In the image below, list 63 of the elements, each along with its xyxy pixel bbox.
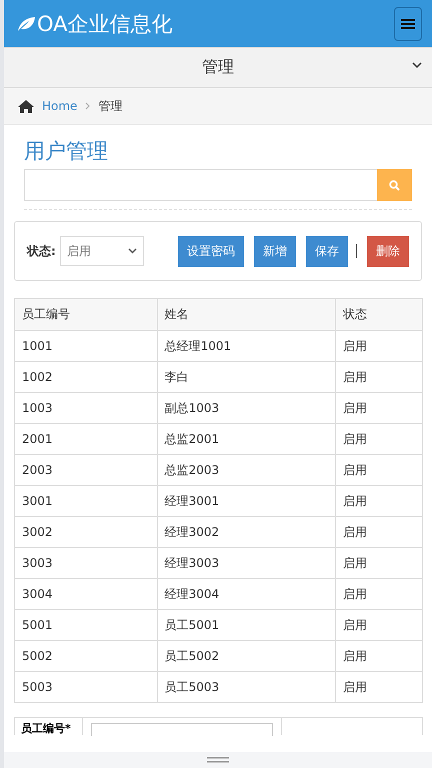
table-cell: 总经理1001 <box>157 330 336 362</box>
table-cell: 3004 <box>14 578 158 610</box>
column-header[interactable]: 姓名 <box>157 298 336 330</box>
table-cell: 5002 <box>14 640 158 672</box>
table-cell: 启用 <box>336 454 422 486</box>
action-button[interactable]: 设置密码 <box>178 236 244 266</box>
action-button[interactable]: 新增 <box>254 236 296 266</box>
brand-title: OA企业信息化 <box>37 10 173 38</box>
table-cell: 总监2003 <box>157 454 336 486</box>
table-cell: 3002 <box>14 516 158 548</box>
table-cell: 5003 <box>14 672 158 702</box>
table-cell: 5001 <box>14 610 158 640</box>
page-title: 用户管理 <box>24 138 109 165</box>
table-cell: 启用 <box>336 516 422 548</box>
table-cell: 2003 <box>14 454 158 486</box>
home-icon <box>18 100 34 112</box>
action-button[interactable]: 保存 <box>306 236 348 266</box>
table-cell: 经理3003 <box>157 548 336 578</box>
table-cell: 1003 <box>14 392 158 424</box>
input-field[interactable] <box>91 723 273 736</box>
chevron-right-icon <box>85 102 90 110</box>
table-cell: 经理3002 <box>157 516 336 548</box>
table-cell: 员工5003 <box>157 672 336 702</box>
menu-icon <box>401 18 415 30</box>
table-cell: 启用 <box>336 610 422 640</box>
leaf-icon <box>16 16 36 32</box>
search-icon <box>389 180 400 190</box>
nav-title[interactable]: 管理 <box>202 57 234 78</box>
table-cell: 启用 <box>336 362 422 392</box>
table-cell: 启用 <box>336 330 422 362</box>
status-label: 状态: <box>27 242 56 260</box>
column-header[interactable]: 状态 <box>336 298 422 330</box>
chevron-down-icon[interactable] <box>412 62 422 69</box>
table-cell: 启用 <box>336 578 422 610</box>
delete-button[interactable]: 删除 <box>366 236 409 266</box>
table-cell: 启用 <box>336 486 422 516</box>
table-cell: 1001 <box>14 330 158 362</box>
menu-button[interactable] <box>394 6 422 40</box>
breadcrumb-current: 管理 <box>98 98 122 114</box>
table-cell: 副总1003 <box>157 392 336 424</box>
table-cell: 启用 <box>336 424 422 454</box>
table-cell: 启用 <box>336 640 422 672</box>
table-cell: 经理3001 <box>157 486 336 516</box>
column-header[interactable]: 员工编号 <box>14 298 158 330</box>
search-field[interactable] <box>24 169 377 201</box>
chevron-down-icon <box>128 248 137 254</box>
table-cell: 1002 <box>14 362 158 392</box>
table-cell: 员工5002 <box>157 640 336 672</box>
table-cell: 启用 <box>336 672 422 702</box>
search-button[interactable] <box>377 169 412 201</box>
table-cell: 员工5001 <box>157 610 336 640</box>
form-label: 员工编号* <box>15 718 83 735</box>
drag-handle-icon[interactable] <box>207 757 229 763</box>
table-cell: 李白 <box>157 362 336 392</box>
table-cell: 启用 <box>336 548 422 578</box>
table-cell: 启用 <box>336 392 422 424</box>
table-cell: 3003 <box>14 548 158 578</box>
table-cell: 2001 <box>14 424 158 454</box>
table-cell: 3001 <box>14 486 158 516</box>
table-cell: 总监2001 <box>157 424 336 454</box>
status-select[interactable]: 启用 <box>60 236 144 266</box>
breadcrumb-link[interactable]: Home <box>42 99 78 113</box>
table-cell: 经理3004 <box>157 578 336 610</box>
